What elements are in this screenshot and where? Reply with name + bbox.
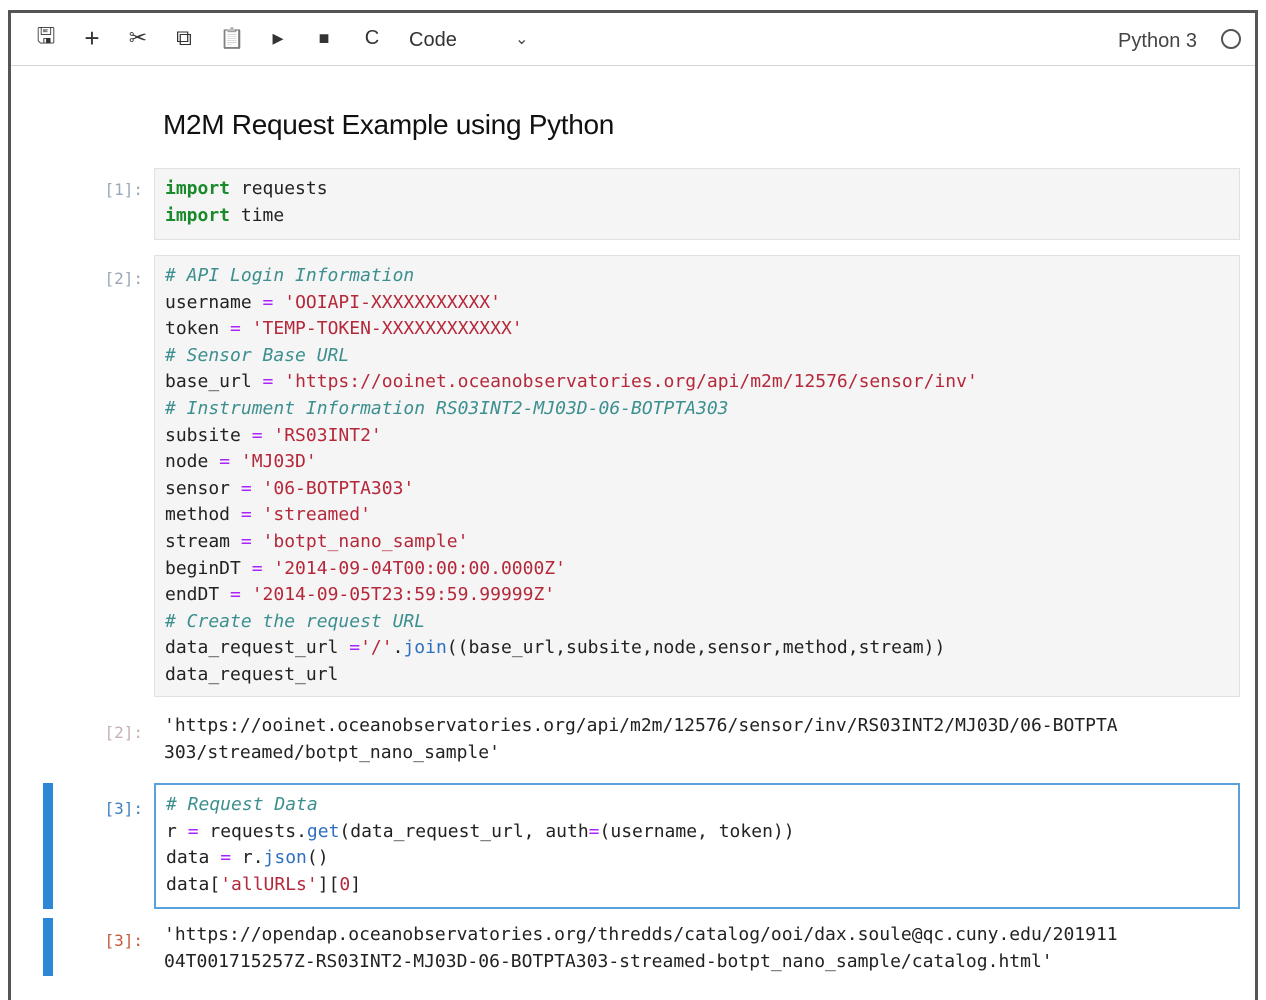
save-icon[interactable]: 🖫 xyxy=(31,23,61,53)
cell-type-select[interactable]: Code ⌄ xyxy=(409,27,539,53)
cell-2-prompt: [2]: xyxy=(104,269,143,288)
selected-cell-indicator xyxy=(43,783,53,909)
plus-icon[interactable]: + xyxy=(77,23,107,53)
cell-3-prompt: [3]: xyxy=(104,799,143,818)
cell-type-label: Code xyxy=(409,28,457,51)
run-icon[interactable]: ▸ xyxy=(263,23,293,53)
kernel-status-icon xyxy=(1221,29,1241,49)
notebook-frame: 🖫 + ✂ ⧉ 📋 ▸ ■ C Code ⌄ Python 3 M2M Requ… xyxy=(8,10,1258,1000)
code-cell-1-source: import requests import time xyxy=(165,178,328,226)
cut-icon[interactable]: ✂ xyxy=(123,23,153,53)
code-cell-1[interactable]: import requests import time xyxy=(154,168,1240,240)
output-2-prompt: [2]: xyxy=(104,723,143,742)
chevron-down-icon: ⌄ xyxy=(515,31,529,48)
notebook-toolbar: 🖫 + ✂ ⧉ 📋 ▸ ■ C Code ⌄ Python 3 xyxy=(11,13,1255,66)
stop-icon[interactable]: ■ xyxy=(309,23,339,53)
output-3-prompt: [3]: xyxy=(104,931,143,950)
code-cell-2-source: # API Login Information username = 'OOIA… xyxy=(165,265,978,685)
kernel-name[interactable]: Python 3 xyxy=(1118,30,1197,53)
paste-icon[interactable]: 📋 xyxy=(217,23,247,53)
notebook-title: M2M Request Example using Python xyxy=(163,109,615,140)
restart-icon[interactable]: C xyxy=(357,23,387,53)
output-2-text: 'https://ooinet.oceanobservatories.org/a… xyxy=(164,715,1118,763)
output-3-text: 'https://opendap.oceanobservatories.org/… xyxy=(164,924,1118,972)
cell-1-prompt: [1]: xyxy=(104,180,143,199)
code-cell-3[interactable]: # Request Data r = requests.get(data_req… xyxy=(154,783,1240,909)
copy-icon[interactable]: ⧉ xyxy=(169,23,199,53)
code-cell-3-source: # Request Data r = requests.get(data_req… xyxy=(166,794,795,895)
output-3-indicator xyxy=(43,918,53,976)
code-cell-2[interactable]: # API Login Information username = 'OOIA… xyxy=(154,255,1240,697)
